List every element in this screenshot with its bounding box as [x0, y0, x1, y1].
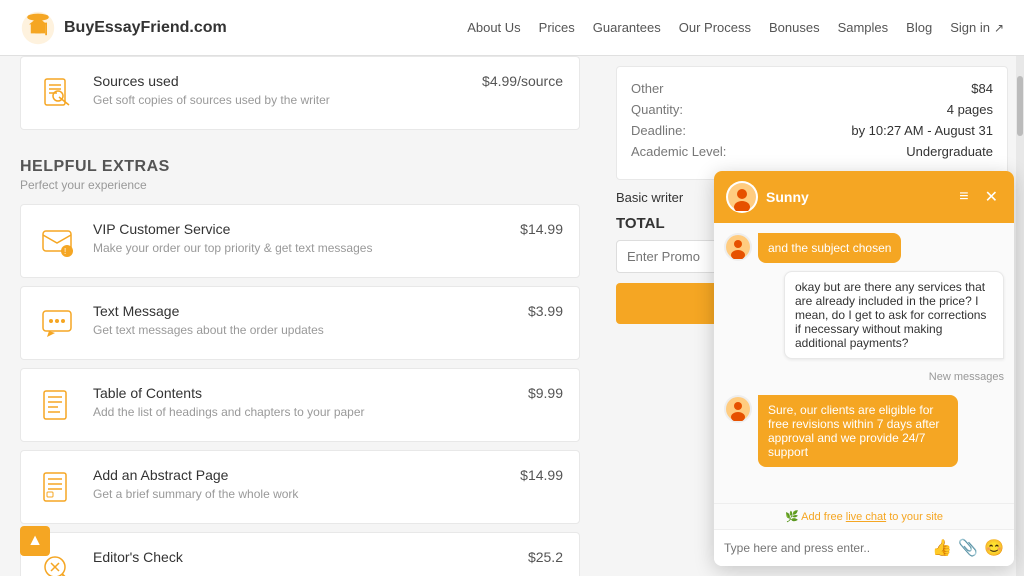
signin-icon: ↗: [994, 21, 1004, 35]
section-title: HELPFUL extras: [20, 158, 580, 176]
chat-message-2: okay but are there any services that are…: [724, 271, 1004, 359]
user-message-1: okay but are there any services that are…: [784, 271, 1004, 359]
text-message-desc: Get text messages about the order update…: [93, 323, 512, 337]
sources-desc: Get soft copies of sources used by the w…: [93, 93, 466, 107]
left-panel: Sources used Get soft copies of sources …: [0, 56, 600, 576]
svg-text:!: !: [64, 247, 66, 256]
chat-close-button[interactable]: ✕: [981, 185, 1002, 209]
sources-icon: [37, 73, 77, 113]
table-icon: [37, 385, 77, 425]
agent-avatar-msg3: [724, 395, 752, 423]
branding-text: Add free: [801, 511, 846, 523]
nav-guarantees[interactable]: Guarantees: [593, 20, 661, 35]
summary-row-academic: Academic Level: Undergraduate: [631, 144, 993, 159]
table-of-contents-content: Table of Contents Add the list of headin…: [93, 385, 512, 419]
nav-signin[interactable]: Sign in ↗: [950, 20, 1004, 35]
other-label: Other: [631, 81, 664, 96]
summary-row-quantity: Quantity: 4 pages: [631, 102, 993, 117]
logo-area: BuyEssayFriend.com: [20, 10, 227, 46]
vip-content: VIP Customer Service Make your order our…: [93, 221, 504, 255]
quantity-label: Quantity:: [631, 102, 683, 117]
text-message-card: Text Message Get text messages about the…: [20, 286, 580, 360]
chat-body: and the subject chosen okay but are ther…: [714, 223, 1014, 503]
chat-header: Sunny ≡ ✕: [714, 171, 1014, 223]
chat-branding: 🌿 Add free live chat to your site: [714, 503, 1014, 529]
nav-about[interactable]: About Us: [467, 20, 520, 35]
abstract-title: Add an Abstract Page: [93, 467, 504, 483]
nav-our-process[interactable]: Our Process: [679, 20, 751, 35]
vip-price: $14.99: [520, 221, 563, 237]
text-message-title: Text Message: [93, 303, 512, 319]
basic-writer-label: Basic writer: [616, 190, 683, 205]
summary-row-deadline: Deadline: by 10:27 AM - August 31: [631, 123, 993, 138]
text-message-price: $3.99: [528, 303, 563, 319]
academic-label: Academic Level:: [631, 144, 726, 159]
academic-value: Undergraduate: [906, 144, 993, 159]
abstract-content: Add an Abstract Page Get a brief summary…: [93, 467, 504, 501]
abstract-icon: [37, 467, 77, 507]
vip-desc: Make your order our top priority & get t…: [93, 241, 504, 255]
order-summary: Other $84 Quantity: 4 pages Deadline: by…: [616, 66, 1008, 180]
section-subtitle: Perfect your experience: [20, 178, 580, 192]
quantity-value: 4 pages: [947, 102, 993, 117]
sources-used-card: Sources used Get soft copies of sources …: [20, 56, 580, 130]
other-value: $84: [971, 81, 993, 96]
table-of-contents-price: $9.99: [528, 385, 563, 401]
vip-title: VIP Customer Service: [93, 221, 504, 237]
chat-header-actions: ≡ ✕: [955, 185, 1002, 209]
chat-text-input[interactable]: [724, 541, 926, 555]
agent-avatar-msg1: [724, 233, 752, 261]
abstract-price: $14.99: [520, 467, 563, 483]
table-of-contents-desc: Add the list of headings and chapters to…: [93, 405, 512, 419]
text-message-icon: [37, 303, 77, 343]
chat-input-area: 👍 📎 😊: [714, 529, 1014, 566]
agent-message-2: Sure, our clients are eligible for free …: [758, 395, 958, 467]
logo-icon: [20, 10, 56, 46]
chat-message-1: and the subject chosen: [724, 233, 1004, 263]
chat-message-3: Sure, our clients are eligible for free …: [724, 395, 1004, 467]
table-of-contents-card: Table of Contents Add the list of headin…: [20, 368, 580, 442]
chat-menu-button[interactable]: ≡: [955, 185, 972, 209]
chat-agent-avatar: [726, 181, 758, 213]
sources-content: Sources used Get soft copies of sources …: [93, 73, 466, 107]
vip-icon: !: [37, 221, 77, 261]
editors-check-card: Editor's Check $25.2: [20, 532, 580, 576]
nav-samples[interactable]: Samples: [838, 20, 889, 35]
summary-row-other: Other $84: [631, 81, 993, 96]
new-messages-label: New messages: [724, 367, 1004, 387]
nav-prices[interactable]: Prices: [539, 20, 575, 35]
scroll-thumb: [1017, 76, 1023, 136]
paperclip-icon[interactable]: 📎: [958, 538, 978, 558]
vip-card: ! VIP Customer Service Make your order o…: [20, 204, 580, 278]
text-message-content: Text Message Get text messages about the…: [93, 303, 512, 337]
sources-price: $4.99/source: [482, 73, 563, 89]
branding-leaf: 🌿: [785, 511, 799, 523]
table-of-contents-title: Table of Contents: [93, 385, 512, 401]
chat-input-actions: 👍 📎 😊: [932, 538, 1004, 558]
deadline-value: by 10:27 AM - August 31: [851, 123, 993, 138]
helpful-extras-header: HELPFUL extras Perfect your experience: [20, 138, 580, 204]
logo-text: BuyEssayFriend.com: [64, 19, 227, 37]
branding-suffix: to your site: [889, 511, 943, 523]
back-to-top-button[interactable]: ▲: [20, 526, 50, 556]
deadline-label: Deadline:: [631, 123, 686, 138]
chat-widget: Sunny ≡ ✕ and the subject chosen okay bu…: [714, 171, 1014, 566]
main-nav: About Us Prices Guarantees Our Process B…: [467, 20, 1004, 35]
abstract-card: Add an Abstract Page Get a brief summary…: [20, 450, 580, 524]
editors-check-price: $25.2: [528, 549, 563, 565]
nav-bonuses[interactable]: Bonuses: [769, 20, 820, 35]
header: BuyEssayFriend.com About Us Prices Guara…: [0, 0, 1024, 56]
sources-title: Sources used: [93, 73, 466, 89]
nav-blog[interactable]: Blog: [906, 20, 932, 35]
emoji-icon[interactable]: 😊: [984, 538, 1004, 558]
thumbup-icon[interactable]: 👍: [932, 538, 952, 558]
abstract-desc: Get a brief summary of the whole work: [93, 487, 504, 501]
chat-agent-name: Sunny: [766, 189, 947, 205]
agent-message-1: and the subject chosen: [758, 233, 901, 263]
editors-check-content: Editor's Check: [93, 549, 512, 569]
scrollbar[interactable]: [1016, 56, 1024, 576]
branding-link[interactable]: live chat: [846, 511, 886, 523]
editors-check-title: Editor's Check: [93, 549, 512, 565]
